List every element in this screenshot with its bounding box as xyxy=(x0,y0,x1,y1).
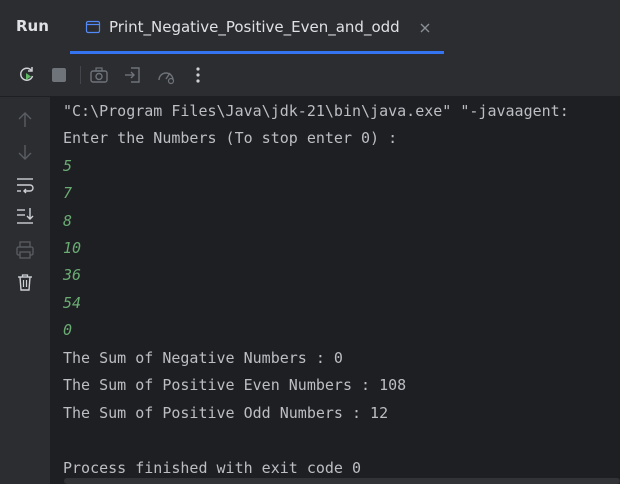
profiler-icon[interactable] xyxy=(155,64,177,86)
tool-window-header: Run Print_Negative_Positive_Even_and_odd xyxy=(0,0,620,54)
user-input-line: 10 xyxy=(63,239,82,257)
positive-odd-sum-line: The Sum of Positive Odd Numbers : 12 xyxy=(63,404,389,422)
down-arrow-icon[interactable] xyxy=(14,141,36,163)
horizontal-scrollbar[interactable] xyxy=(64,478,620,484)
stop-icon[interactable] xyxy=(48,64,70,86)
run-toolbar xyxy=(0,54,620,97)
close-icon[interactable] xyxy=(418,20,432,34)
tool-window-title: Run xyxy=(16,17,49,35)
user-input-line: 5 xyxy=(63,157,73,175)
toolbar-separator xyxy=(80,66,81,84)
console-output[interactable]: "C:\Program Files\Java\jdk-21\bin\java.e… xyxy=(50,97,620,484)
more-options-icon[interactable] xyxy=(187,64,209,86)
user-input-line: 8 xyxy=(63,212,73,230)
prompt-line: Enter the Numbers (To stop enter 0) : xyxy=(63,129,398,147)
command-line: "C:\Program Files\Java\jdk-21\bin\java.e… xyxy=(63,102,569,120)
tab-label: Print_Negative_Positive_Even_and_odd xyxy=(109,18,400,36)
restore-layout-icon[interactable] xyxy=(122,64,144,86)
tab-run-configuration[interactable]: Print_Negative_Positive_Even_and_odd xyxy=(70,0,444,54)
positive-even-sum-line: The Sum of Positive Even Numbers : 108 xyxy=(63,376,407,394)
run-tool-window: Run Print_Negative_Positive_Even_and_odd xyxy=(0,0,620,484)
print-icon[interactable] xyxy=(14,239,36,261)
negative-sum-line: The Sum of Negative Numbers : 0 xyxy=(63,349,343,367)
console-side-toolbar xyxy=(0,97,50,484)
up-arrow-icon[interactable] xyxy=(14,109,36,131)
user-input-line: 54 xyxy=(63,294,82,312)
rerun-icon[interactable] xyxy=(16,64,38,86)
scroll-to-end-icon[interactable] xyxy=(14,205,36,227)
screenshot-icon[interactable] xyxy=(88,64,110,86)
soft-wrap-icon[interactable] xyxy=(14,174,36,196)
user-input-line: 36 xyxy=(63,266,82,284)
exit-message-line: Process finished with exit code 0 xyxy=(63,459,362,477)
user-input-line: 0 xyxy=(63,321,73,339)
trash-icon[interactable] xyxy=(14,271,36,293)
user-input-line: 7 xyxy=(63,184,73,202)
application-icon xyxy=(85,19,101,35)
